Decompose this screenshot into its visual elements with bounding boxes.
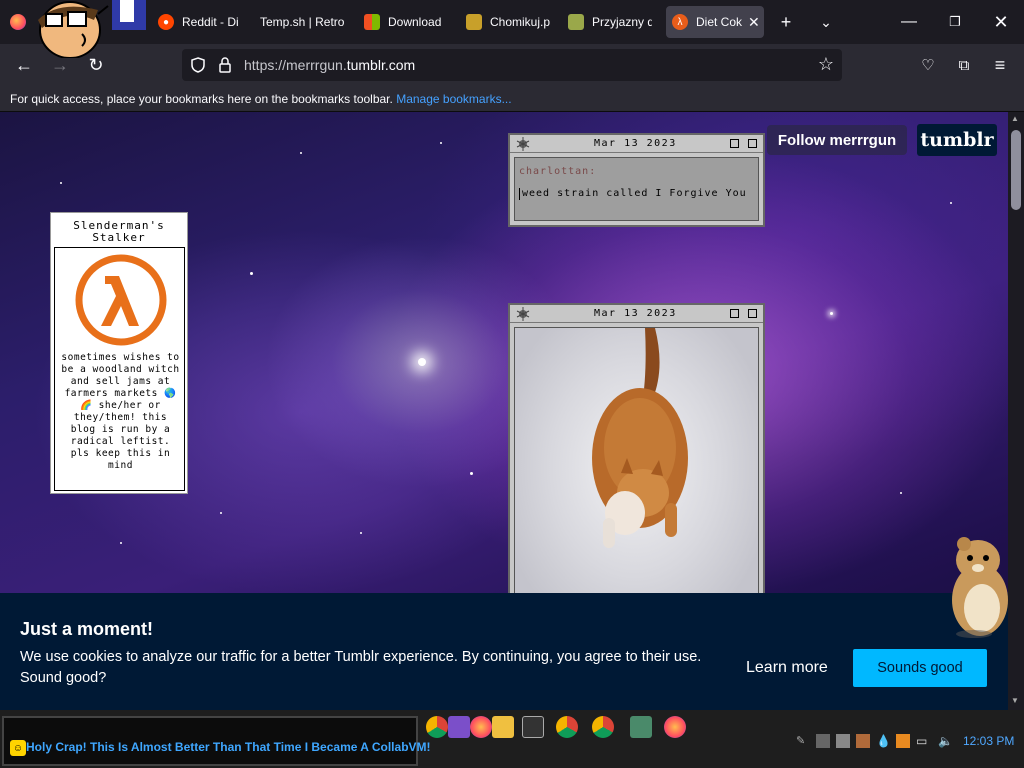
url-text[interactable]: https://merrrgun.tumblr.com [244,57,415,73]
restore-icon[interactable]: ❐ [932,0,978,44]
tab-label: Przyjazny d [592,15,652,29]
cookie-message: We use cookies to analyze our traffic fo… [20,649,702,686]
app-icon[interactable] [630,716,652,738]
halflife-icon: λ [672,14,688,30]
post-date: Mar 13 2023 [594,138,677,149]
tab-download[interactable]: Download [364,6,448,38]
minimize-post-icon[interactable] [730,309,739,318]
chrome-icon[interactable] [592,716,614,738]
hamster-mascot-icon [952,537,1008,638]
tab-chomikuj[interactable]: Chomikuj.p [466,6,550,38]
scrollbar-thumb[interactable] [1011,130,1021,210]
bug-icon [516,307,530,321]
tab-reddit[interactable]: ● Reddit - Di [158,6,240,38]
menu-icon[interactable]: ≡ [986,51,1014,79]
ticker-text: Holy Crap! This Is Almost Better Than Th… [26,740,431,754]
network-icon[interactable]: ▭ [916,734,930,748]
file-explorer-icon[interactable] [492,716,514,738]
profile-inner: sometimes wishes to be a woodland witch … [54,247,185,491]
bookmarks-message: For quick access, place your bookmarks h… [10,92,393,106]
maximize-post-icon[interactable] [748,309,757,318]
reddit-icon: ● [158,14,174,30]
tray-app-icon[interactable] [856,734,870,748]
post-username[interactable]: charlottan: [519,166,596,177]
app-window-icon[interactable] [522,716,544,738]
post-date: Mar 13 2023 [594,308,677,319]
scroll-up-icon[interactable]: ▲ [1011,114,1019,123]
firefox-icon[interactable] [664,716,686,738]
chevron-down-icon[interactable]: ⌄ [812,8,840,36]
lambda-logo-icon [75,254,167,346]
bug-icon [516,137,530,151]
new-tab-icon[interactable]: + [772,8,800,36]
post-body: charlottan: weed strain called I Forgive… [514,157,759,221]
post-header: Mar 13 2023 [510,305,763,323]
tab-label: Reddit - Di [182,15,239,29]
tab-diet-coke-active[interactable]: λ Diet Cok ✕ [666,6,764,38]
tray-app-icon[interactable] [816,734,830,748]
blog-description: sometimes wishes to be a woodland witch … [61,352,180,471]
learn-more-button[interactable]: Learn more [746,659,828,677]
post-header: Mar 13 2023 [510,135,763,153]
manage-bookmarks-link[interactable]: Manage bookmarks... [396,92,511,106]
lock-icon[interactable] [218,57,232,73]
tab-bar: ● Reddit - Di Temp.sh | Retro Download C… [0,0,1024,44]
shield-icon[interactable] [190,57,206,73]
bookmark-star-icon[interactable]: ☆ [818,54,834,75]
cartoon-avatar-icon [38,0,146,58]
taskbar: ☺ Holy Crap! This Is Almost Better Than … [0,710,1024,768]
navigation-bar: ← → ↻ https://merrrgun.tumblr.com ☆ ♡ ⧉ … [0,44,1024,86]
follow-button[interactable]: Follow merrrgun [767,125,907,155]
pen-icon[interactable]: ✎ [796,734,810,748]
maximize-post-icon[interactable] [748,139,757,148]
tray-app-icon[interactable] [836,734,850,748]
cookie-banner: Just a moment! We use cookies to analyze… [0,593,1008,710]
tab-label: Temp.sh | Retro [260,15,345,29]
speaker-icon[interactable]: 🔈 [938,734,953,748]
post-text: weed strain called I Forgive You [519,188,755,200]
chrome-icon[interactable] [556,716,578,738]
cat-in-snow-image[interactable] [514,327,759,597]
pocket-icon[interactable]: ♡ [914,51,942,79]
close-window-icon[interactable]: ✕ [978,0,1024,44]
minimize-post-icon[interactable] [730,139,739,148]
tab-przyjazny[interactable]: Przyjazny d [568,6,652,38]
ticker-box[interactable]: ☺ Holy Crap! This Is Almost Better Than … [2,716,431,766]
droplet-icon[interactable]: 💧 [876,734,891,748]
tab-tempsh[interactable]: Temp.sh | Retro [260,6,346,38]
smiley-icon: ☺ [10,740,26,756]
tab-label: Diet Cok [696,15,743,29]
przyjazny-icon [568,14,584,30]
tab-label: Chomikuj.p [490,15,550,29]
cookie-title: Just a moment! [20,619,154,639]
close-tab-icon[interactable]: ✕ [748,14,760,31]
post-window: Mar 13 2023 charlottan: weed strain call… [508,133,765,227]
firefox-icon[interactable] [470,716,492,738]
tab-label: Download [388,15,442,29]
chrome-icon[interactable] [426,716,448,738]
clock[interactable]: 12:03 PM [963,734,1014,748]
tray-app-icon[interactable] [896,734,910,748]
extensions-icon[interactable]: ⧉ [950,51,978,79]
blog-profile-card: Slenderman's Stalker sometimes wishes to… [50,212,188,494]
minimize-icon[interactable]: — [886,0,932,44]
tumblr-logo[interactable]: tumblr [917,124,997,156]
scroll-down-icon[interactable]: ▼ [1011,696,1019,705]
blog-title: Slenderman's Stalker [73,219,165,244]
visual-studio-icon[interactable] [448,716,470,738]
bookmarks-toolbar: For quick access, place your bookmarks h… [0,86,1024,112]
sounds-good-button[interactable]: Sounds good [853,649,987,687]
chomikuj-icon [466,14,482,30]
post-window: Mar 13 2023 [508,303,765,603]
url-bar[interactable]: https://merrrgun.tumblr.com ☆ [182,49,842,81]
windows-icon [364,14,380,30]
